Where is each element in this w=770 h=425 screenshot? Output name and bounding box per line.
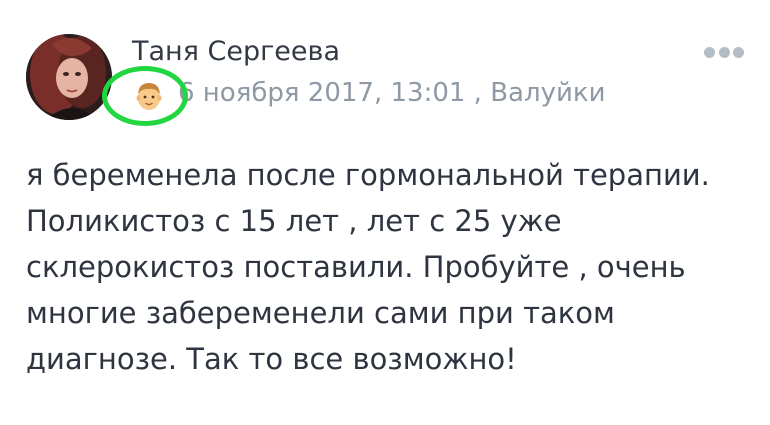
comment-line: склерокистоз поставили. Пробуйте , очень (26, 250, 686, 284)
comment-line: диагнозе. Так то все возможно! (26, 342, 517, 376)
comment-line: я беременела после гормональной терапии. (26, 158, 710, 192)
post-meta: 6 ноября 2017, 13:01 , Валуйки (178, 78, 606, 108)
more-dots-icon[interactable] (704, 44, 744, 60)
avatar-photo (26, 34, 112, 120)
comment-text: я беременела после гормональной терапии.… (26, 152, 756, 382)
dot (718, 46, 730, 58)
comment-post: Таня Сергеева 6 ноября 2017, 13:01 , Вал… (0, 0, 770, 425)
dot (704, 46, 715, 58)
dot (733, 46, 744, 58)
highlight-circle (102, 66, 188, 126)
author-name[interactable]: Таня Сергеева (132, 36, 340, 67)
comment-line: многие забеременели сами при таком (26, 296, 615, 330)
comment-line: Поликистоз с 15 лет , лет с 25 уже (26, 204, 562, 238)
author-avatar[interactable] (26, 34, 112, 120)
